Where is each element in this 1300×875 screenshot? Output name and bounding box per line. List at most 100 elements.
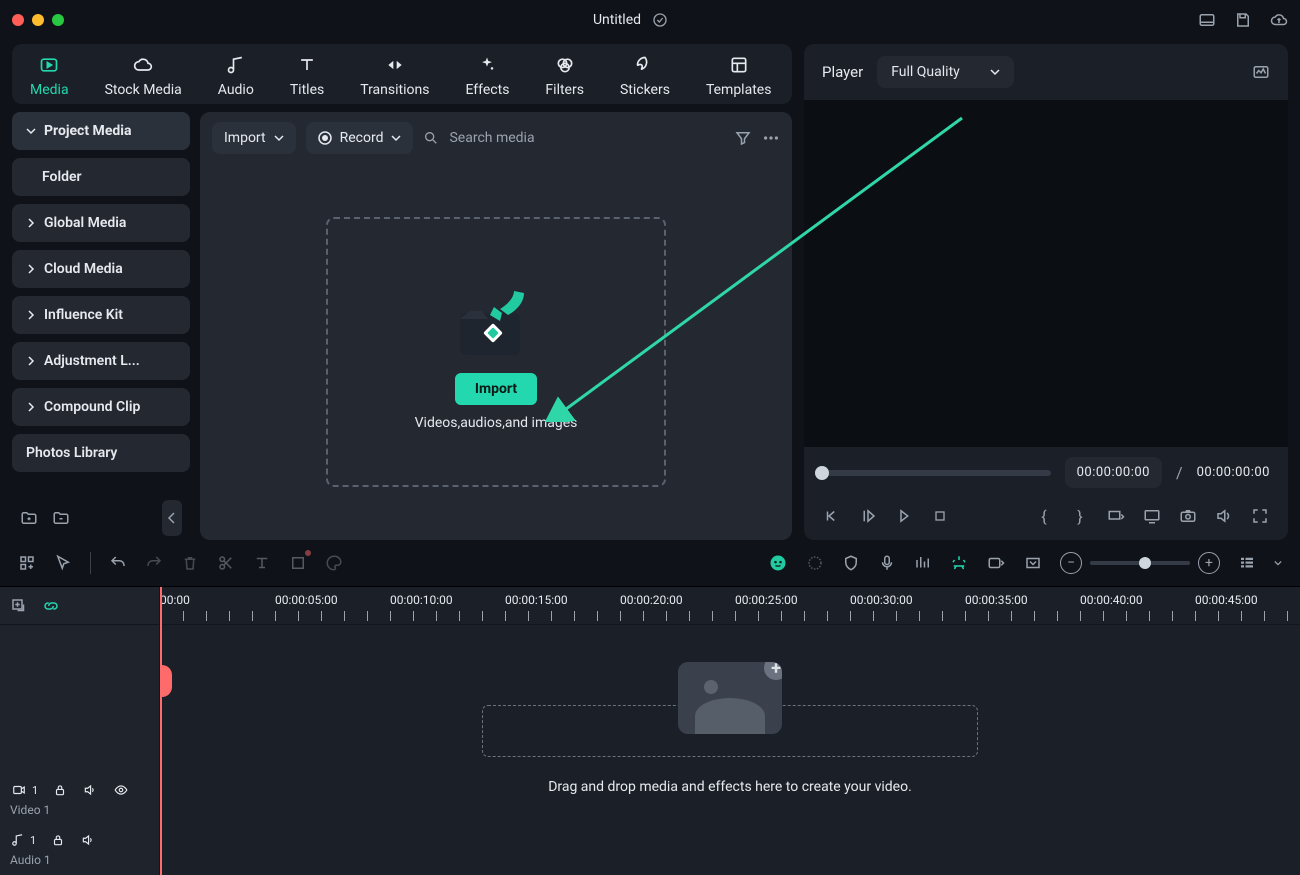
timeline-area[interactable]: 00:0000:00:05:0000:00:10:0000:00:15:0000… [160,587,1300,875]
tab-titles[interactable]: Titles [272,54,342,98]
sidebar-item-compound-clip[interactable]: Compound Clip [12,388,190,426]
mic-icon[interactable] [878,554,896,572]
import-dropzone[interactable]: Import Videos,audios,and images [326,217,666,487]
enhance-icon[interactable] [806,554,824,572]
delete-icon[interactable] [181,554,199,572]
tab-stock[interactable]: Stock Media [87,54,200,98]
progress-thumb[interactable] [815,466,829,480]
media-panel: Import Record [200,112,792,540]
save-icon[interactable] [1234,11,1252,29]
view-list-icon[interactable] [1238,554,1256,572]
minimize-window-button[interactable] [32,14,44,26]
sidebar-item-global-media[interactable]: Global Media [12,204,190,242]
audio-levels-icon[interactable] [914,554,932,572]
sidebar-item-folder[interactable]: Folder [12,158,190,196]
zoom-thumb[interactable] [1139,557,1151,569]
import-dropdown[interactable]: Import [212,122,296,154]
preview-viewport[interactable] [804,100,1288,447]
sidebar-item-cloud-media[interactable]: Cloud Media [12,250,190,288]
mark-out-icon[interactable]: } [1070,506,1090,526]
prev-frame-button[interactable] [822,506,842,526]
maximize-window-button[interactable] [52,14,64,26]
search-media[interactable] [423,129,724,147]
remove-folder-icon[interactable] [52,509,70,527]
zoom-out-button[interactable]: − [1060,552,1082,574]
tab-transitions[interactable]: Transitions [342,54,447,98]
search-input[interactable] [447,129,724,147]
mute-icon[interactable] [82,783,98,797]
layout-icon[interactable] [1198,11,1216,29]
player-panel: Player Full Quality 00:00:00:00 / 00:00:… [804,44,1288,540]
import-button[interactable]: Import [455,373,537,405]
add-media-track-icon[interactable] [10,597,28,615]
redo-icon[interactable] [145,554,163,572]
quality-dropdown[interactable]: Full Quality [877,56,1014,88]
lock-icon[interactable] [52,783,68,797]
split-icon[interactable] [217,554,235,572]
tab-effects[interactable]: Effects [447,54,527,98]
scopes-icon[interactable] [1252,63,1270,81]
tab-titles-label: Titles [290,82,324,98]
ruler-tick: 00:00:10:00 [390,587,505,624]
playhead[interactable] [160,587,162,875]
play-pause-button[interactable] [858,506,878,526]
fullscreen-icon[interactable] [1250,506,1270,526]
fit-icon[interactable] [1024,554,1042,572]
snapshot-icon[interactable] [1178,506,1198,526]
timeline-ruler[interactable]: 00:0000:00:05:0000:00:10:0000:00:15:0000… [160,587,1300,625]
search-icon [423,130,439,146]
color-icon[interactable] [325,554,343,572]
crop-icon[interactable] [289,554,307,572]
record-dropdown[interactable]: Record [306,122,414,154]
chevron-down-icon[interactable] [1274,559,1282,567]
pointer-icon[interactable] [54,554,72,572]
markers-icon[interactable] [950,554,968,572]
close-window-button[interactable] [12,14,24,26]
timeline-settings-icon[interactable] [986,554,1006,572]
filter-icon[interactable] [734,129,752,147]
lock-icon[interactable] [50,833,66,847]
sidebar-item-adjustment-layer[interactable]: Adjustment L... [12,342,190,380]
chevron-down-icon [391,133,401,143]
aspect-dropdown[interactable] [1106,506,1126,526]
zoom-in-button[interactable]: + [1198,552,1220,574]
undo-icon[interactable] [109,554,127,572]
timeline-hint: Drag and drop media and effects here to … [480,779,980,795]
cloud-upload-icon[interactable] [1270,11,1288,29]
tab-templates[interactable]: Templates [688,54,790,98]
sidebar-label: Photos Library [26,445,117,461]
volume-icon[interactable] [1214,506,1234,526]
next-frame-button[interactable] [894,506,914,526]
sidebar-item-influence-kit[interactable]: Influence Kit [12,296,190,334]
time-sep: / [1176,463,1183,482]
tab-filters[interactable]: Filters [527,54,602,98]
stop-button[interactable] [930,506,950,526]
add-track-icon[interactable] [18,554,36,572]
collapse-sidebar-button[interactable] [162,500,182,536]
eye-icon[interactable] [112,783,130,797]
add-clip-button[interactable]: + [764,662,782,680]
tab-media[interactable]: Media [12,54,87,98]
link-icon[interactable] [42,597,60,615]
time-total: 00:00:00:00 [1197,465,1270,480]
mute-icon[interactable] [80,833,96,847]
video-track-header[interactable]: 1 Video 1 [0,775,159,825]
more-icon[interactable] [762,129,780,147]
sidebar-item-photos-library[interactable]: Photos Library [12,434,190,472]
timeline-dropzone[interactable]: + [482,705,978,757]
progress-slider[interactable] [822,470,1051,476]
tab-stickers[interactable]: Stickers [602,54,688,98]
display-icon[interactable] [1142,506,1162,526]
shield-icon[interactable] [842,554,860,572]
audio-track-icon [10,833,26,847]
zoom-slider[interactable] [1090,561,1190,565]
ai-assistant-icon[interactable] [768,553,788,573]
mark-in-icon[interactable]: { [1034,506,1054,526]
audio-track-header[interactable]: 1 Audio 1 [0,825,159,875]
playhead-handle[interactable] [160,665,172,697]
add-folder-icon[interactable] [20,509,38,527]
tab-audio[interactable]: Audio [200,54,272,98]
sidebar-item-project-media[interactable]: Project Media [12,112,190,150]
sidebar-label: Compound Clip [44,399,140,415]
text-tool-icon[interactable] [253,554,271,572]
